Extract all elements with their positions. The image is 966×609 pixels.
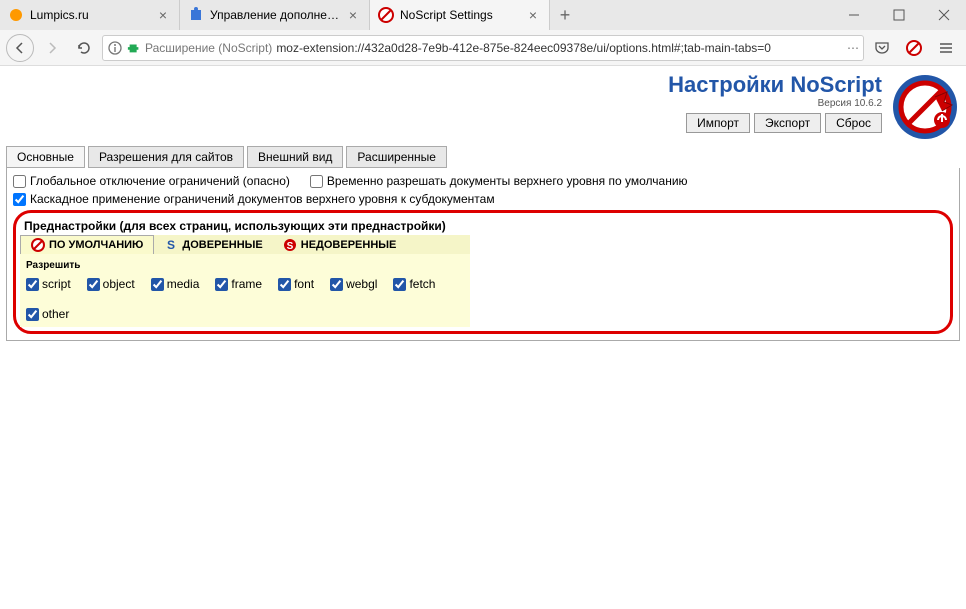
presets-title: Преднастройки (для всех страниц, использ… bbox=[20, 217, 470, 235]
permissions-panel: Разрешить script object media frame font webg… bbox=[20, 254, 470, 327]
permission-label: fetch bbox=[409, 277, 435, 291]
noscript-logo bbox=[890, 72, 960, 142]
page-title: Настройки NoScript bbox=[668, 72, 882, 98]
option-cascade[interactable]: Каскадное применение ограничений докумен… bbox=[13, 192, 953, 206]
menu-icon[interactable] bbox=[932, 34, 960, 62]
tab-label: Lumpics.ru bbox=[30, 8, 155, 22]
favicon-lumpics bbox=[8, 7, 24, 23]
permission-object[interactable]: object bbox=[87, 277, 135, 291]
reset-button[interactable]: Сброс bbox=[825, 113, 882, 133]
extension-icon bbox=[127, 41, 141, 55]
url-bar[interactable]: Расширение (NoScript) moz-extension://43… bbox=[102, 35, 864, 61]
untrusted-icon: S bbox=[283, 238, 297, 252]
default-icon bbox=[31, 238, 45, 252]
tab-label: NoScript Settings bbox=[400, 8, 525, 22]
import-button[interactable]: Импорт bbox=[686, 113, 750, 133]
presets-panel: Преднастройки (для всех страниц, использ… bbox=[13, 210, 953, 334]
preset-tab-default[interactable]: ПО УМОЛЧАНИЮ bbox=[20, 235, 154, 254]
permission-script[interactable]: script bbox=[26, 277, 71, 291]
info-icon[interactable] bbox=[107, 40, 123, 56]
close-icon[interactable]: × bbox=[155, 7, 171, 23]
trusted-icon: S bbox=[164, 238, 178, 252]
tab-appearance[interactable]: Внешний вид bbox=[247, 146, 343, 168]
permission-label: media bbox=[167, 277, 200, 291]
favicon-noscript bbox=[378, 7, 394, 23]
forward-button[interactable] bbox=[38, 34, 66, 62]
tab-advanced[interactable]: Расширенные bbox=[346, 146, 447, 168]
settings-tabs: Основные Разрешения для сайтов Внешний в… bbox=[6, 146, 960, 168]
minimize-button[interactable] bbox=[831, 0, 876, 30]
svg-text:S: S bbox=[167, 238, 175, 252]
preset-label: ПО УМОЛЧАНИЮ bbox=[49, 239, 143, 251]
permission-font[interactable]: font bbox=[278, 277, 314, 291]
permission-webgl[interactable]: webgl bbox=[330, 277, 377, 291]
permission-label: object bbox=[103, 277, 135, 291]
checkbox-font[interactable] bbox=[278, 278, 291, 291]
pocket-icon[interactable] bbox=[868, 34, 896, 62]
label-temp-allow: Временно разрешать документы верхнего ур… bbox=[327, 174, 688, 188]
favicon-addons bbox=[188, 7, 204, 23]
extension-label: Расширение (NoScript) bbox=[145, 41, 272, 55]
window-controls bbox=[831, 0, 966, 30]
preset-tabs: ПО УМОЛЧАНИЮ S ДОВЕРЕННЫЕ S bbox=[20, 235, 470, 254]
tab-general[interactable]: Основные bbox=[6, 146, 85, 168]
preset-tab-trusted[interactable]: S ДОВЕРЕННЫЕ bbox=[154, 235, 272, 254]
permission-media[interactable]: media bbox=[151, 277, 200, 291]
option-temp-allow[interactable]: Временно разрешать документы верхнего ур… bbox=[310, 174, 688, 188]
permission-other[interactable]: other bbox=[26, 307, 69, 321]
permission-fetch[interactable]: fetch bbox=[393, 277, 435, 291]
noscript-toolbar-icon[interactable] bbox=[900, 34, 928, 62]
general-options-panel: Глобальное отключение ограничений (опасн… bbox=[6, 168, 960, 341]
svg-text:S: S bbox=[286, 241, 293, 252]
checkbox-other[interactable] bbox=[26, 308, 39, 321]
browser-toolbar: Расширение (NoScript) moz-extension://43… bbox=[0, 30, 966, 66]
new-tab-button[interactable]: + bbox=[550, 0, 580, 30]
checkbox-object[interactable] bbox=[87, 278, 100, 291]
reload-button[interactable] bbox=[70, 34, 98, 62]
option-global-off[interactable]: Глобальное отключение ограничений (опасн… bbox=[13, 174, 290, 188]
preset-tab-untrusted[interactable]: S НЕДОВЕРЕННЫЕ bbox=[273, 235, 407, 254]
url-text: moz-extension://432a0d28-7e9b-412e-875e-… bbox=[276, 41, 843, 55]
permission-label: other bbox=[42, 307, 69, 321]
label-global-off: Глобальное отключение ограничений (опасн… bbox=[30, 174, 290, 188]
close-icon[interactable]: × bbox=[525, 7, 541, 23]
browser-tab-lumpics[interactable]: Lumpics.ru × bbox=[0, 0, 180, 30]
permission-label: frame bbox=[231, 277, 262, 291]
preset-label: ДОВЕРЕННЫЕ bbox=[182, 239, 262, 251]
checkbox-global-off[interactable] bbox=[13, 175, 26, 188]
tab-site-permissions[interactable]: Разрешения для сайтов bbox=[88, 146, 244, 168]
back-button[interactable] bbox=[6, 34, 34, 62]
permission-frame[interactable]: frame bbox=[215, 277, 262, 291]
version-text: Версия 10.6.2 bbox=[668, 98, 882, 109]
browser-tab-noscript[interactable]: NoScript Settings × bbox=[370, 0, 550, 30]
allow-label: Разрешить bbox=[26, 260, 464, 271]
close-icon[interactable]: × bbox=[345, 7, 361, 23]
checkbox-temp-allow[interactable] bbox=[310, 175, 323, 188]
checkbox-webgl[interactable] bbox=[330, 278, 343, 291]
checkbox-cascade[interactable] bbox=[13, 193, 26, 206]
permission-label: webgl bbox=[346, 277, 377, 291]
preset-label: НЕДОВЕРЕННЫЕ bbox=[301, 239, 397, 251]
page-content: Настройки NoScript Версия 10.6.2 Импорт … bbox=[0, 66, 966, 609]
browser-titlebar: Lumpics.ru × Управление дополнениями × N… bbox=[0, 0, 966, 30]
permission-label: font bbox=[294, 277, 314, 291]
label-cascade: Каскадное применение ограничений докумен… bbox=[30, 192, 495, 206]
tab-label: Управление дополнениями bbox=[210, 8, 345, 22]
maximize-button[interactable] bbox=[876, 0, 921, 30]
close-window-button[interactable] bbox=[921, 0, 966, 30]
checkbox-script[interactable] bbox=[26, 278, 39, 291]
checkbox-media[interactable] bbox=[151, 278, 164, 291]
checkbox-frame[interactable] bbox=[215, 278, 228, 291]
more-actions-icon[interactable]: ⋯ bbox=[847, 41, 859, 55]
permission-label: script bbox=[42, 277, 71, 291]
checkbox-fetch[interactable] bbox=[393, 278, 406, 291]
export-button[interactable]: Экспорт bbox=[754, 113, 821, 133]
browser-tab-addons[interactable]: Управление дополнениями × bbox=[180, 0, 370, 30]
